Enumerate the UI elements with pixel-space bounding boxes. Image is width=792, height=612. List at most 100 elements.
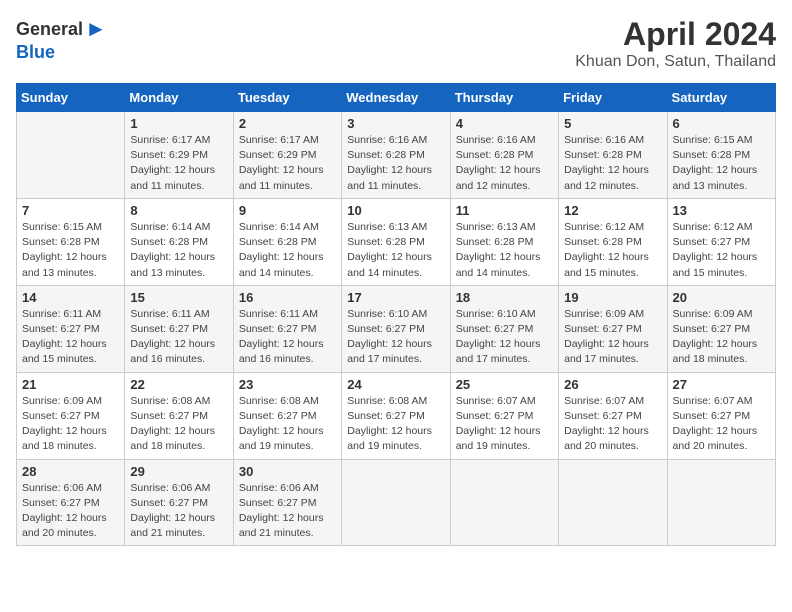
- day-info: Sunrise: 6:12 AM Sunset: 6:27 PM Dayligh…: [673, 220, 770, 281]
- table-row: [17, 112, 125, 199]
- calendar-week-row: 28 Sunrise: 6:06 AM Sunset: 6:27 PM Dayli…: [17, 459, 776, 546]
- day-info: Sunrise: 6:13 AM Sunset: 6:28 PM Dayligh…: [456, 220, 553, 281]
- header-saturday: Saturday: [667, 84, 775, 112]
- day-number: 9: [239, 203, 336, 218]
- day-info: Sunrise: 6:06 AM Sunset: 6:27 PM Dayligh…: [239, 481, 336, 542]
- day-info: Sunrise: 6:16 AM Sunset: 6:28 PM Dayligh…: [456, 133, 553, 194]
- day-info: Sunrise: 6:16 AM Sunset: 6:28 PM Dayligh…: [347, 133, 444, 194]
- header-tuesday: Tuesday: [233, 84, 341, 112]
- table-row: 7 Sunrise: 6:15 AM Sunset: 6:28 PM Daylig…: [17, 198, 125, 285]
- day-info: Sunrise: 6:14 AM Sunset: 6:28 PM Dayligh…: [239, 220, 336, 281]
- table-row: 4 Sunrise: 6:16 AM Sunset: 6:28 PM Daylig…: [450, 112, 558, 199]
- header-sunday: Sunday: [17, 84, 125, 112]
- table-row: 10 Sunrise: 6:13 AM Sunset: 6:28 PM Dayli…: [342, 198, 450, 285]
- calendar-table: Sunday Monday Tuesday Wednesday Thursday…: [16, 83, 776, 546]
- day-number: 8: [130, 203, 227, 218]
- day-number: 7: [22, 203, 119, 218]
- title-area: April 2024 Khuan Don, Satun, Thailand: [575, 16, 776, 71]
- table-row: 30 Sunrise: 6:06 AM Sunset: 6:27 PM Dayli…: [233, 459, 341, 546]
- day-number: 20: [673, 290, 770, 305]
- day-info: Sunrise: 6:14 AM Sunset: 6:28 PM Dayligh…: [130, 220, 227, 281]
- day-number: 1: [130, 116, 227, 131]
- day-number: 29: [130, 464, 227, 479]
- day-info: Sunrise: 6:08 AM Sunset: 6:27 PM Dayligh…: [130, 394, 227, 455]
- table-row: 23 Sunrise: 6:08 AM Sunset: 6:27 PM Dayli…: [233, 372, 341, 459]
- table-row: [559, 459, 667, 546]
- calendar-week-row: 7 Sunrise: 6:15 AM Sunset: 6:28 PM Daylig…: [17, 198, 776, 285]
- day-number: 12: [564, 203, 661, 218]
- day-info: Sunrise: 6:06 AM Sunset: 6:27 PM Dayligh…: [22, 481, 119, 542]
- day-number: 21: [22, 377, 119, 392]
- table-row: 27 Sunrise: 6:07 AM Sunset: 6:27 PM Dayli…: [667, 372, 775, 459]
- table-row: 8 Sunrise: 6:14 AM Sunset: 6:28 PM Daylig…: [125, 198, 233, 285]
- table-row: 11Sunrise: 6:13 AM Sunset: 6:28 PM Dayli…: [450, 198, 558, 285]
- logo-bird-icon: ►: [85, 16, 107, 42]
- day-number: 16: [239, 290, 336, 305]
- day-info: Sunrise: 6:07 AM Sunset: 6:27 PM Dayligh…: [564, 394, 661, 455]
- day-number: 3: [347, 116, 444, 131]
- table-row: 24 Sunrise: 6:08 AM Sunset: 6:27 PM Dayli…: [342, 372, 450, 459]
- header: General ► Blue April 2024 Khuan Don, Sat…: [16, 16, 776, 71]
- day-number: 2: [239, 116, 336, 131]
- page-title: April 2024: [575, 16, 776, 53]
- day-number: 28: [22, 464, 119, 479]
- day-number: 14: [22, 290, 119, 305]
- table-row: 29 Sunrise: 6:06 AM Sunset: 6:27 PM Dayli…: [125, 459, 233, 546]
- calendar-week-row: 21Sunrise: 6:09 AM Sunset: 6:27 PM Dayli…: [17, 372, 776, 459]
- table-row: 6Sunrise: 6:15 AM Sunset: 6:28 PM Daylig…: [667, 112, 775, 199]
- table-row: 9 Sunrise: 6:14 AM Sunset: 6:28 PM Daylig…: [233, 198, 341, 285]
- table-row: 17Sunrise: 6:10 AM Sunset: 6:27 PM Dayli…: [342, 285, 450, 372]
- day-number: 27: [673, 377, 770, 392]
- table-row: 22 Sunrise: 6:08 AM Sunset: 6:27 PM Dayli…: [125, 372, 233, 459]
- day-number: 17: [347, 290, 444, 305]
- day-info: Sunrise: 6:11 AM Sunset: 6:27 PM Dayligh…: [239, 307, 336, 368]
- table-row: 14 Sunrise: 6:11 AM Sunset: 6:27 PM Dayli…: [17, 285, 125, 372]
- day-info: Sunrise: 6:06 AM Sunset: 6:27 PM Dayligh…: [130, 481, 227, 542]
- day-number: 25: [456, 377, 553, 392]
- logo-blue: Blue: [16, 42, 55, 63]
- day-info: Sunrise: 6:10 AM Sunset: 6:27 PM Dayligh…: [456, 307, 553, 368]
- day-number: 24: [347, 377, 444, 392]
- day-number: 10: [347, 203, 444, 218]
- day-number: 13: [673, 203, 770, 218]
- table-row: 15Sunrise: 6:11 AM Sunset: 6:27 PM Dayli…: [125, 285, 233, 372]
- table-row: 16 Sunrise: 6:11 AM Sunset: 6:27 PM Dayli…: [233, 285, 341, 372]
- day-number: 6: [673, 116, 770, 131]
- table-row: 3 Sunrise: 6:16 AM Sunset: 6:28 PM Daylig…: [342, 112, 450, 199]
- day-info: Sunrise: 6:07 AM Sunset: 6:27 PM Dayligh…: [673, 394, 770, 455]
- day-number: 4: [456, 116, 553, 131]
- logo: General ► Blue: [16, 16, 107, 63]
- table-row: 13 Sunrise: 6:12 AM Sunset: 6:27 PM Dayli…: [667, 198, 775, 285]
- logo-general: General: [16, 19, 83, 40]
- table-row: 20 Sunrise: 6:09 AM Sunset: 6:27 PM Dayli…: [667, 285, 775, 372]
- day-info: Sunrise: 6:16 AM Sunset: 6:28 PM Dayligh…: [564, 133, 661, 194]
- table-row: 28 Sunrise: 6:06 AM Sunset: 6:27 PM Dayli…: [17, 459, 125, 546]
- day-info: Sunrise: 6:07 AM Sunset: 6:27 PM Dayligh…: [456, 394, 553, 455]
- table-row: 2 Sunrise: 6:17 AM Sunset: 6:29 PM Daylig…: [233, 112, 341, 199]
- day-info: Sunrise: 6:17 AM Sunset: 6:29 PM Dayligh…: [239, 133, 336, 194]
- table-row: 18 Sunrise: 6:10 AM Sunset: 6:27 PM Dayli…: [450, 285, 558, 372]
- day-number: 30: [239, 464, 336, 479]
- day-info: Sunrise: 6:13 AM Sunset: 6:28 PM Dayligh…: [347, 220, 444, 281]
- page-subtitle: Khuan Don, Satun, Thailand: [575, 53, 776, 71]
- day-number: 19: [564, 290, 661, 305]
- day-info: Sunrise: 6:15 AM Sunset: 6:28 PM Dayligh…: [22, 220, 119, 281]
- table-row: 26 Sunrise: 6:07 AM Sunset: 6:27 PM Dayli…: [559, 372, 667, 459]
- day-number: 5: [564, 116, 661, 131]
- calendar-week-row: 1 Sunrise: 6:17 AM Sunset: 6:29 PM Daylig…: [17, 112, 776, 199]
- day-number: 15: [130, 290, 227, 305]
- day-info: Sunrise: 6:08 AM Sunset: 6:27 PM Dayligh…: [347, 394, 444, 455]
- table-row: 21Sunrise: 6:09 AM Sunset: 6:27 PM Dayli…: [17, 372, 125, 459]
- day-info: Sunrise: 6:11 AM Sunset: 6:27 PM Dayligh…: [22, 307, 119, 368]
- day-info: Sunrise: 6:09 AM Sunset: 6:27 PM Dayligh…: [673, 307, 770, 368]
- day-info: Sunrise: 6:17 AM Sunset: 6:29 PM Dayligh…: [130, 133, 227, 194]
- day-number: 26: [564, 377, 661, 392]
- table-row: 5 Sunrise: 6:16 AM Sunset: 6:28 PM Daylig…: [559, 112, 667, 199]
- day-number: 23: [239, 377, 336, 392]
- day-number: 22: [130, 377, 227, 392]
- table-row: 12Sunrise: 6:12 AM Sunset: 6:28 PM Dayli…: [559, 198, 667, 285]
- day-number: 18: [456, 290, 553, 305]
- table-row: [450, 459, 558, 546]
- day-info: Sunrise: 6:08 AM Sunset: 6:27 PM Dayligh…: [239, 394, 336, 455]
- table-row: 19Sunrise: 6:09 AM Sunset: 6:27 PM Dayli…: [559, 285, 667, 372]
